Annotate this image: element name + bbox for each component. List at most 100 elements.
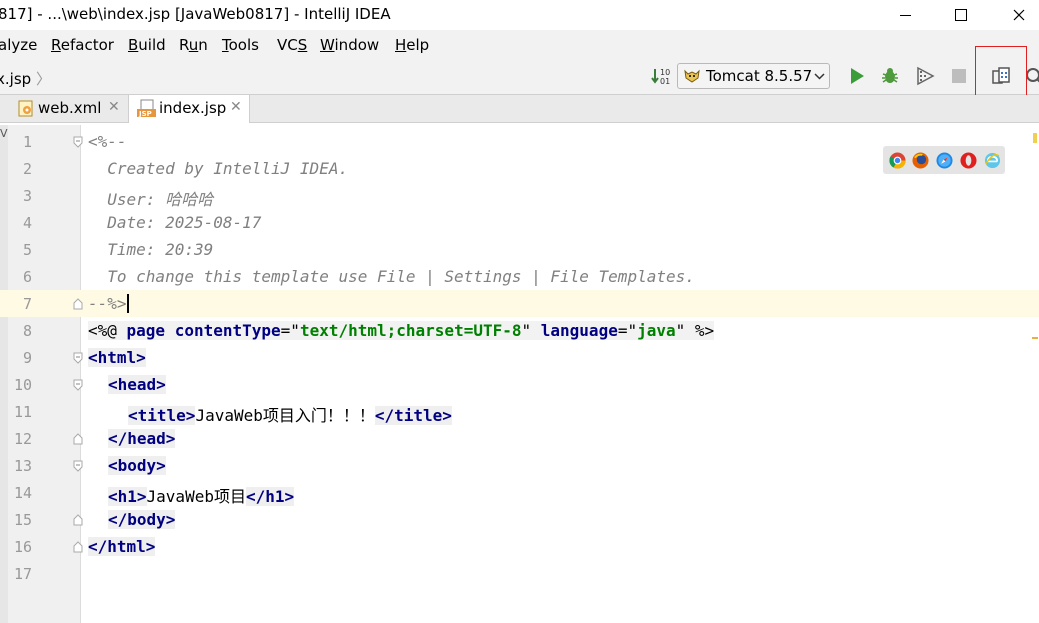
code-line: 4 Date: 2025-08-17: [0, 209, 1039, 236]
menu-help[interactable]: Help: [395, 36, 429, 54]
maximize-button[interactable]: [936, 0, 986, 30]
line-number: 8: [22, 322, 32, 340]
run-icon: [851, 68, 864, 84]
chrome-icon[interactable]: [889, 152, 906, 169]
opera-icon[interactable]: [960, 152, 977, 169]
code-line: 6 To change this template use File | Set…: [0, 263, 1039, 290]
line-number: 12: [13, 430, 32, 448]
line-number: 7: [22, 295, 32, 313]
code-text: </head>: [108, 429, 176, 448]
ie-icon[interactable]: [984, 152, 1001, 169]
fold-icon[interactable]: [72, 514, 84, 526]
line-number: 13: [13, 457, 32, 475]
code-line: 17: [0, 560, 1039, 587]
code-text: <title>JavaWeb项目入门！！！</title>: [128, 406, 452, 425]
fold-icon[interactable]: [72, 541, 84, 553]
code-line: 5 Time: 20:39: [0, 236, 1039, 263]
close-tab-icon[interactable]: ✕: [230, 99, 242, 115]
coverage-button[interactable]: [913, 64, 937, 88]
code-line: 3 User: 哈哈哈: [0, 182, 1039, 209]
line-number: 11: [13, 403, 32, 421]
close-button[interactable]: [994, 0, 1039, 30]
minimize-icon: [899, 14, 911, 16]
menu-vcs[interactable]: VCS: [277, 36, 307, 54]
menu-analyze[interactable]: alyze: [0, 36, 37, 54]
inspection-marker[interactable]: [1033, 133, 1037, 143]
line-number: 6: [22, 268, 32, 286]
code-text: To change this template use File | Setti…: [88, 267, 695, 286]
code-text: --%>: [88, 294, 129, 313]
code-line: 11 <title>JavaWeb项目入门！！！</title>: [0, 398, 1039, 425]
line-number: 5: [22, 241, 32, 259]
debug-button[interactable]: [878, 64, 902, 88]
code-text: <html>: [88, 348, 146, 367]
code-line: 10 <head>: [0, 371, 1039, 398]
code-line: 14 <h1>JavaWeb项目</h1>: [0, 479, 1039, 506]
fold-icon[interactable]: [72, 379, 84, 391]
stop-button[interactable]: [947, 64, 971, 88]
code-text: User: 哈哈哈: [88, 190, 214, 209]
code-text: </html>: [88, 537, 156, 556]
maximize-icon: [955, 9, 967, 21]
stop-icon: [952, 69, 966, 83]
code-line: 12 </head>: [0, 425, 1039, 452]
fold-icon[interactable]: [72, 136, 84, 148]
code-line: 15 </body>: [0, 506, 1039, 533]
tomcat-icon: [684, 69, 700, 83]
line-number: 1: [22, 133, 32, 151]
menu-bar: alyze Refactor Build Run Tools VCS Windo…: [0, 30, 1039, 60]
tab-index-jsp[interactable]: JSP index.jsp ✕: [128, 95, 250, 123]
code-text: Created by IntelliJ IDEA.: [88, 159, 349, 178]
navigation-bar: x.jsp 〉 10 01 Tomcat 8.5.57: [0, 60, 1039, 95]
firefox-icon[interactable]: [912, 152, 929, 169]
line-number: 2: [22, 160, 32, 178]
code-text: Date: 2025-08-17: [88, 213, 262, 232]
tab-label: index.jsp: [159, 99, 227, 117]
minimize-button[interactable]: [880, 0, 930, 30]
close-tab-icon[interactable]: ✕: [108, 99, 120, 115]
window-title: 817] - ...\web\index.jsp [JavaWeb0817] -…: [0, 5, 391, 23]
code-text: <body>: [108, 456, 166, 475]
tab-web-xml[interactable]: web.xml ✕: [8, 95, 128, 122]
code-editor[interactable]: V 1 <%-- 2 Created by IntelliJ IDEA. 3 U…: [0, 125, 1039, 623]
svg-text:JSP: JSP: [138, 110, 152, 118]
menu-build[interactable]: Build: [128, 36, 166, 54]
text-cursor: [126, 294, 129, 313]
line-number: 15: [13, 511, 32, 529]
line-number: 10: [13, 376, 32, 394]
debug-icon: [882, 68, 898, 83]
run-configuration-select[interactable]: Tomcat 8.5.57: [677, 63, 830, 89]
run-button[interactable]: [845, 64, 869, 88]
current-code-line: 7 --%>: [0, 290, 1039, 317]
code-text: <h1>JavaWeb项目</h1>: [108, 487, 295, 506]
xml-file-icon: [18, 100, 33, 117]
line-number: 17: [13, 565, 32, 583]
svg-text:01: 01: [660, 77, 670, 86]
code-line: 9 <html>: [0, 344, 1039, 371]
menu-refactor[interactable]: Refactor: [51, 36, 114, 54]
line-number: 4: [22, 214, 32, 232]
coverage-icon: [917, 66, 935, 86]
menu-run[interactable]: Run: [179, 36, 208, 54]
safari-icon[interactable]: [936, 152, 953, 169]
line-number: 14: [13, 484, 32, 502]
menu-tools[interactable]: Tools: [222, 36, 259, 54]
menu-window[interactable]: Window: [320, 36, 379, 54]
code-line: 13 <body>: [0, 452, 1039, 479]
editor-tab-bar: web.xml ✕ JSP index.jsp ✕: [0, 95, 1039, 123]
line-number: 3: [22, 187, 32, 205]
open-in-browser-bar: [883, 146, 1005, 174]
jsp-file-icon: JSP: [137, 99, 156, 118]
sort-icon[interactable]: 10 01: [648, 64, 672, 88]
breadcrumb[interactable]: x.jsp 〉: [0, 68, 51, 89]
fold-icon[interactable]: [72, 460, 84, 472]
chevron-down-icon: [814, 73, 825, 80]
run-configuration-label: Tomcat 8.5.57: [706, 67, 813, 85]
tab-label: web.xml: [38, 99, 102, 117]
fold-icon[interactable]: [72, 433, 84, 445]
line-number: 9: [22, 349, 32, 367]
fold-icon[interactable]: [72, 352, 84, 364]
fold-icon[interactable]: [72, 298, 84, 310]
warning-stripe[interactable]: [1032, 337, 1038, 339]
line-number: 16: [13, 538, 32, 556]
